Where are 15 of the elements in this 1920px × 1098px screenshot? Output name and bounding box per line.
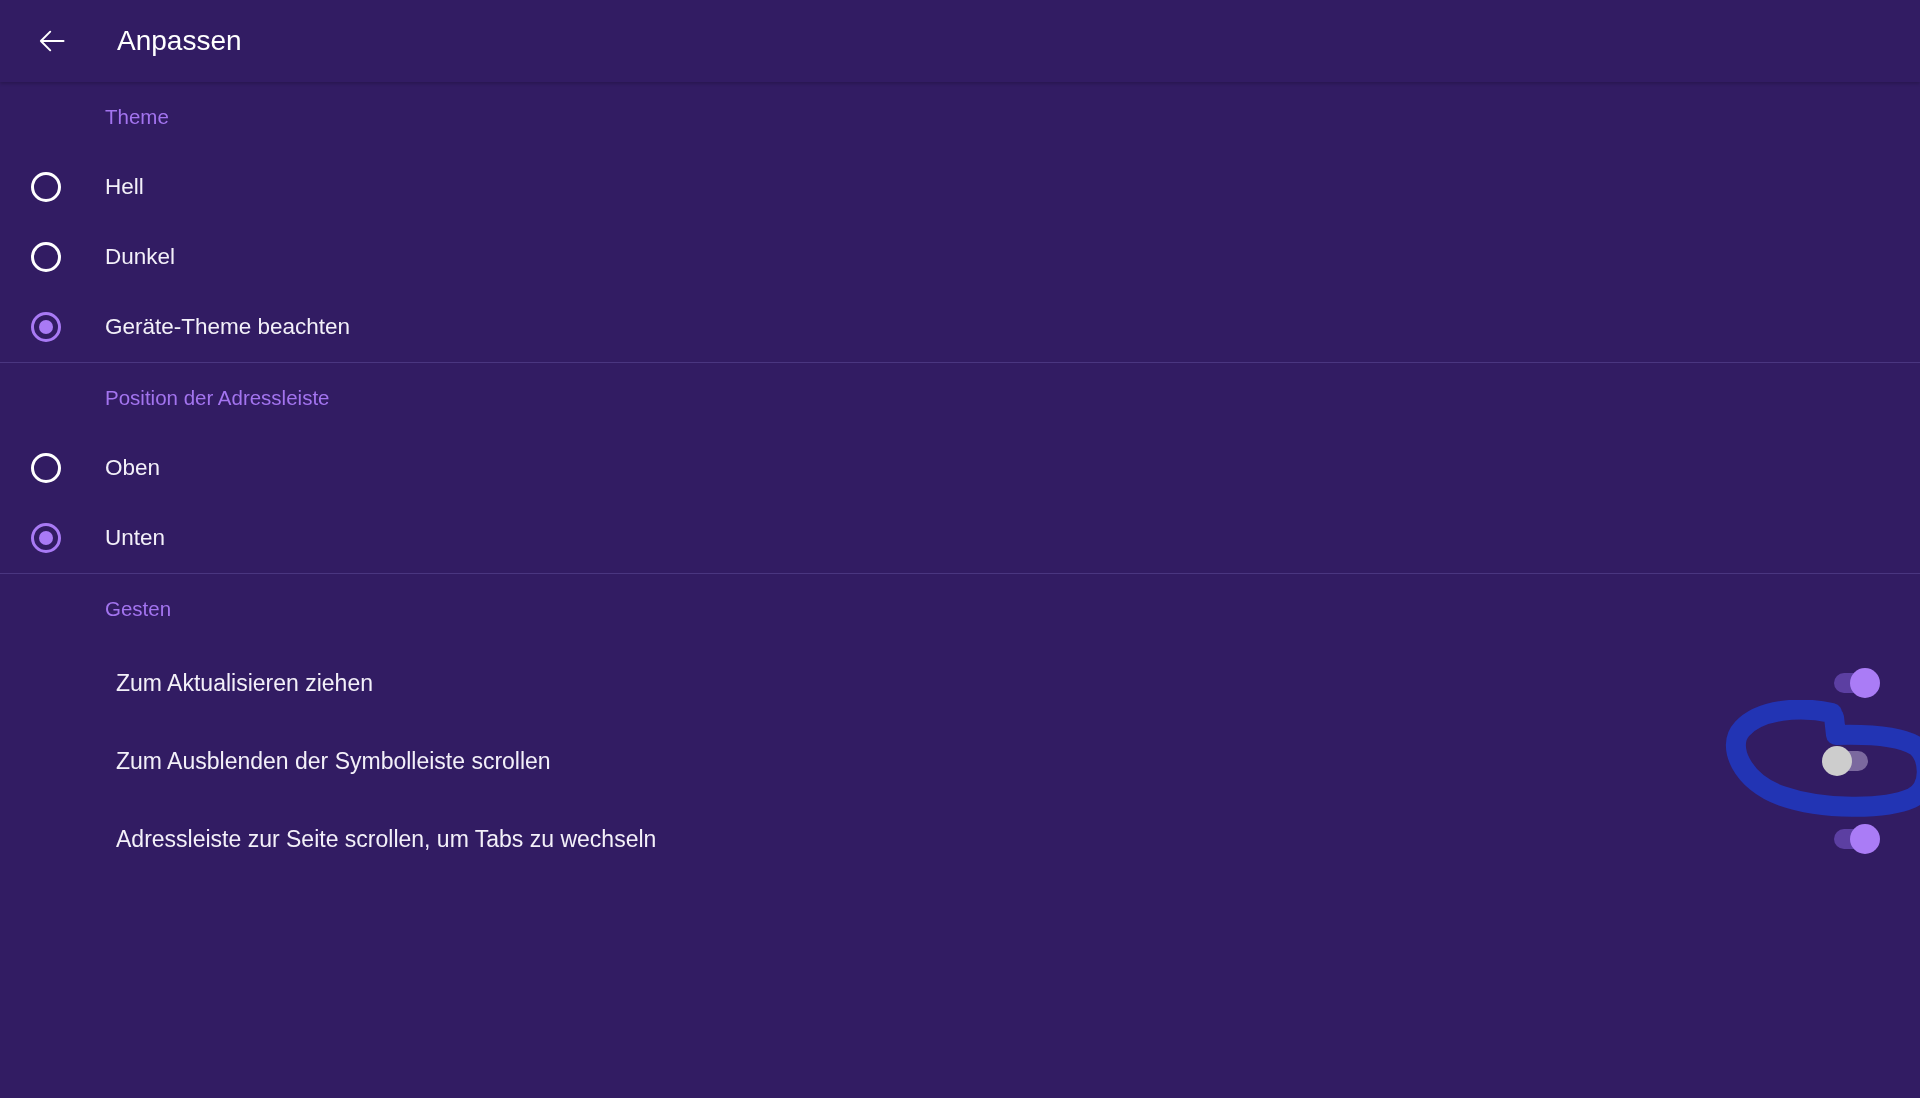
page-title: Anpassen xyxy=(117,25,242,57)
option-label: Hell xyxy=(105,174,144,200)
option-label: Unten xyxy=(105,525,166,551)
back-arrow-icon[interactable] xyxy=(38,29,66,53)
section-heading: Theme xyxy=(105,105,169,129)
setting-label: Adressleiste zur Seite scrollen, um Tabs zu wechseln xyxy=(116,825,657,853)
setting-label: Zum Ausblenden der Symbolleiste scrollen xyxy=(116,747,551,775)
option-label: Oben xyxy=(105,455,161,481)
radio-button[interactable] xyxy=(31,312,61,342)
option-label: Dunkel xyxy=(105,244,176,270)
option-label: Geräte-Theme beachten xyxy=(105,314,351,340)
radio-button[interactable] xyxy=(31,523,61,553)
section-heading: Gesten xyxy=(105,597,172,621)
section-heading: Position der Adressleiste xyxy=(105,386,330,410)
setting-label: Zum Aktualisieren ziehen xyxy=(116,669,373,697)
